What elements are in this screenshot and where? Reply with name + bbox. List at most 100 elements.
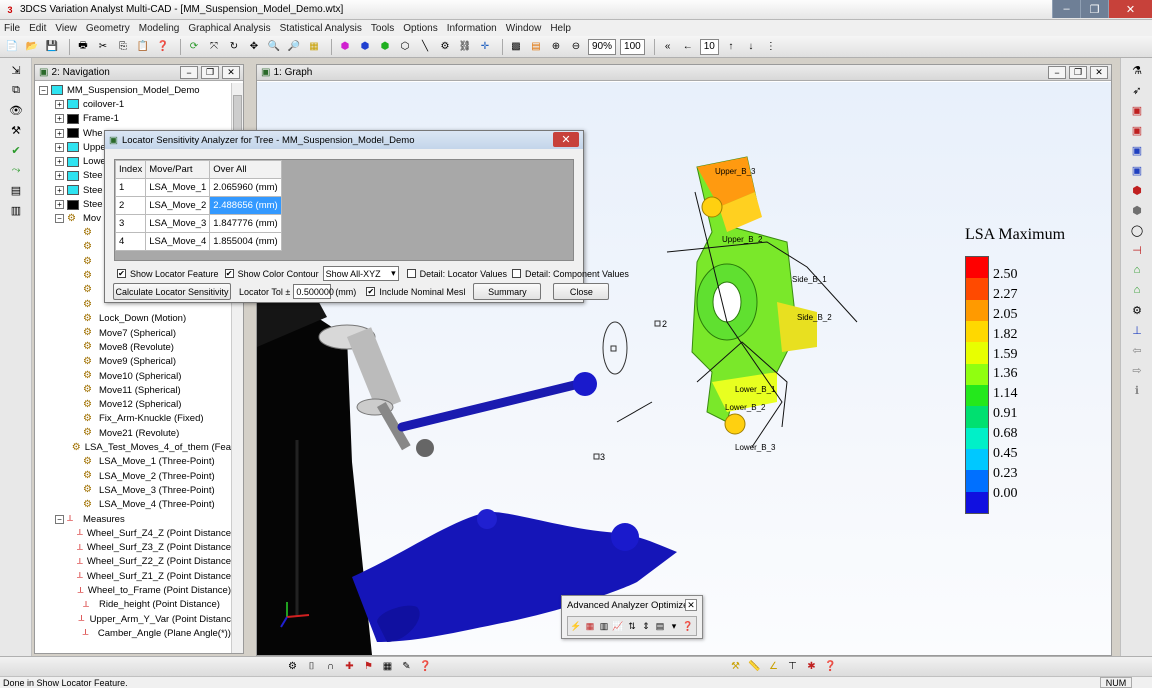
axis-icon[interactable]: ✛ — [477, 39, 493, 55]
gray-cube-icon[interactable]: ⬢ — [1129, 202, 1145, 218]
summary-button[interactable]: Summary — [473, 283, 542, 300]
panel-restore-button[interactable]: ❐ — [201, 66, 219, 79]
tree-item[interactable]: − MM_Suspension_Model_Demo — [35, 83, 231, 97]
tree-item[interactable]: ⚙ Move9 (Spherical) — [35, 355, 231, 369]
tree-item[interactable]: ⚙ LSA_Move_3 (Three-Point) — [35, 483, 231, 497]
zoom-in-icon[interactable]: 🔍 — [266, 39, 282, 55]
table-row[interactable]: 1 LSA_Move_1 2.065960 (mm) — [114, 178, 282, 197]
tree-item[interactable]: ⚙ LSA_Move_4 (Three-Point) — [35, 498, 231, 512]
calculate-sensitivity-button[interactable]: Calculate Locator Sensitivity — [113, 283, 231, 300]
tree-item[interactable]: ⚙ LSA_Move_2 (Three-Point) — [35, 469, 231, 483]
cut-icon[interactable]: ✂ — [95, 39, 111, 55]
matrix-icon[interactable]: ▦ — [584, 619, 596, 633]
tree-item[interactable]: ⚙ Move7 (Spherical) — [35, 326, 231, 340]
min-max-icon[interactable]: ⇕ — [640, 619, 652, 633]
detail-locator-checkbox[interactable] — [406, 269, 416, 278]
include-nominal-checkbox[interactable]: ✔ — [366, 287, 376, 296]
magnet-icon[interactable]: ∩ — [323, 659, 338, 674]
close-dialog-button[interactable]: Close — [553, 283, 610, 300]
line-tool-icon[interactable]: ╲ — [417, 39, 433, 55]
open-folder-icon[interactable]: 📂 — [24, 39, 40, 55]
arrow-left-icon[interactable]: ⇦ — [1129, 342, 1145, 358]
tree-item[interactable]: ⟂ Wheel_to_Frame (Point Distance) — [35, 583, 231, 597]
scale-select[interactable]: 100 — [620, 38, 645, 55]
plus-red-icon[interactable]: ✚ — [342, 659, 357, 674]
tree-item[interactable]: ⚙ LSA_Test_Moves_4_of_them (Fea — [35, 440, 231, 454]
menu-edit[interactable]: Edit — [29, 23, 46, 34]
analyzer-4-icon[interactable]: ▣ — [1129, 162, 1145, 178]
pencil-icon[interactable]: ✎ — [399, 659, 414, 674]
tree-expand-toggle[interactable]: + — [55, 200, 64, 210]
table-cell[interactable]: 2.065960 (mm) — [209, 178, 282, 197]
menu-tools[interactable]: Tools — [371, 23, 394, 34]
dialog-close-icon[interactable]: ✕ — [553, 132, 579, 147]
table-cell-selected[interactable]: 2.488656 (mm) — [209, 196, 282, 215]
show-locator-feature-checkbox[interactable]: ✔ — [117, 269, 126, 278]
arrow-up-icon[interactable]: ↑ — [723, 39, 739, 55]
minimize-button[interactable]: – — [1052, 0, 1080, 18]
lightning-icon[interactable]: ⚡ — [570, 619, 582, 633]
rotate-icon[interactable]: ↻ — [226, 39, 242, 55]
help-icon[interactable]: ❓ — [155, 39, 171, 55]
report-icon[interactable]: ▥ — [8, 202, 24, 218]
optimizer-help-icon[interactable]: ❓ — [682, 619, 694, 633]
view-blue-icon[interactable]: ⬢ — [357, 39, 373, 55]
table-row[interactable]: 4 LSA_Move_4 1.855004 (mm) — [114, 232, 282, 251]
tree-item[interactable]: ⚙ Lock_Down (Motion) — [35, 312, 231, 326]
tools-icon[interactable]: ⚒ — [8, 122, 24, 138]
tree-item[interactable]: ⚙ Move21 (Revolute) — [35, 426, 231, 440]
print-icon[interactable]: 🖶 — [75, 39, 91, 55]
tree-item[interactable]: ⚙ Move10 (Spherical) — [35, 369, 231, 383]
wand-icon[interactable]: ⚗ — [1129, 62, 1145, 78]
ruler-icon[interactable]: 📏 — [747, 659, 762, 674]
gen-tool-icon[interactable]: ⚙ — [285, 659, 300, 674]
copy-part-icon[interactable]: ⧉ — [8, 82, 24, 98]
step-back-icon[interactable]: « — [660, 39, 676, 55]
tree-expand-toggle[interactable]: − — [55, 514, 64, 524]
new-file-icon[interactable]: 📄 — [4, 39, 20, 55]
panel-minimize-button[interactable]: − — [180, 66, 198, 79]
measure-tool-icon[interactable]: ⚒ — [728, 659, 743, 674]
folder-icon[interactable]: ▾ — [668, 619, 680, 633]
menu-modeling[interactable]: Modeling — [139, 23, 180, 34]
analyzer-3-icon[interactable]: ▣ — [1129, 142, 1145, 158]
color-map-icon[interactable]: ▤ — [528, 39, 544, 55]
tree-item[interactable]: − ⟂ Measures — [35, 512, 231, 526]
save-icon[interactable]: 💾 — [44, 39, 60, 55]
tree-expand-toggle[interactable]: − — [39, 85, 48, 95]
bug-icon[interactable]: ✱ — [804, 659, 819, 674]
fit-all-icon[interactable]: ⤧ — [206, 39, 222, 55]
menu-view[interactable]: View — [55, 23, 77, 34]
show-axis-select[interactable]: Show All-XYZ ▾ — [322, 266, 399, 281]
tree-item[interactable]: ⚙ Move12 (Spherical) — [35, 398, 231, 412]
color-cube-icon[interactable]: ⬢ — [1129, 182, 1145, 198]
table-cell[interactable]: 1.847776 (mm) — [209, 214, 282, 233]
view-green-icon[interactable]: ⬢ — [377, 39, 393, 55]
tree-expand-toggle[interactable]: + — [55, 142, 64, 152]
menu-window[interactable]: Window — [506, 23, 542, 34]
table-cell[interactable]: LSA_Move_3 — [145, 214, 211, 233]
menu-geometry[interactable]: Geometry — [86, 23, 130, 34]
circle-icon[interactable]: ◯ — [1129, 222, 1145, 238]
view-wire-icon[interactable]: ⬡ — [397, 39, 413, 55]
table-row[interactable]: 2 LSA_Move_2 2.488656 (mm) — [114, 196, 282, 215]
tree-item[interactable]: ⟂ Ride_height (Point Distance) — [35, 598, 231, 612]
select-tool-icon[interactable]: ⇲ — [8, 62, 24, 78]
table-cell[interactable]: 2 — [114, 196, 147, 215]
bars-icon[interactable]: ▥ — [598, 619, 610, 633]
binoculars-icon[interactable]: 👁 — [8, 102, 24, 118]
view-magenta-icon[interactable]: ⬢ — [337, 39, 353, 55]
locator-tol-input[interactable]: 0.500000 — [293, 284, 334, 299]
chart-icon[interactable]: ▤ — [8, 182, 24, 198]
tree-item[interactable]: ⚙ Move11 (Spherical) — [35, 383, 231, 397]
sort-icon[interactable]: ⇅ — [626, 619, 638, 633]
check-icon[interactable]: ✔ — [8, 142, 24, 158]
refresh-icon[interactable]: ⟳ — [186, 39, 202, 55]
grid-tool-icon[interactable]: ▦ — [380, 659, 395, 674]
direction-icon[interactable]: ➶ — [1129, 82, 1145, 98]
analyzer-1-icon[interactable]: ▣ — [1129, 102, 1145, 118]
pin-icon[interactable]: ⌷ — [304, 659, 319, 674]
optimizer-close-icon[interactable]: ✕ — [685, 599, 697, 611]
menu-help[interactable]: Help — [550, 23, 571, 34]
graph-restore-button[interactable]: ❐ — [1069, 66, 1087, 79]
